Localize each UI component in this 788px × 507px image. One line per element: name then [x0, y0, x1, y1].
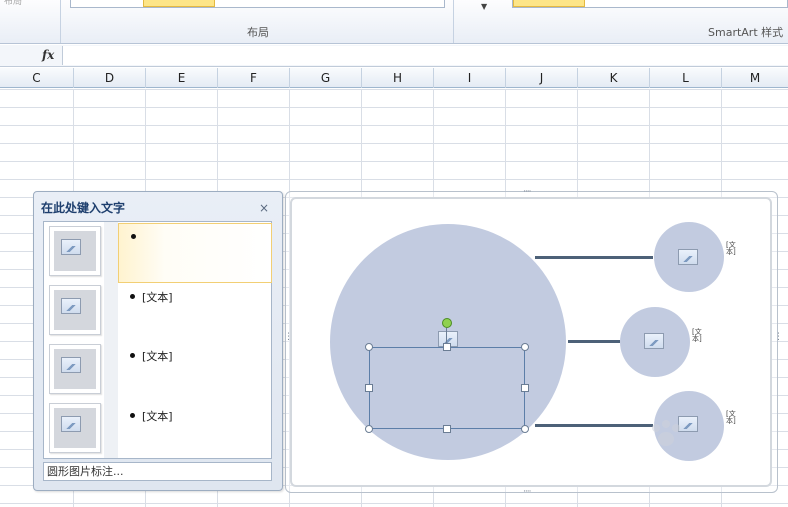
text-pane-title: 在此处键入文字: [41, 201, 126, 215]
column-header-j[interactable]: J: [506, 68, 578, 88]
frame-right-grip[interactable]: ⋮: [774, 333, 783, 342]
close-icon[interactable]: ×: [258, 202, 270, 214]
picture-placeholder-icon[interactable]: [678, 249, 698, 265]
resize-handle-t[interactable]: [443, 343, 451, 351]
resize-handle-bl[interactable]: [365, 425, 373, 433]
column-header-d[interactable]: D: [74, 68, 146, 88]
column-header-i[interactable]: I: [434, 68, 506, 88]
text-pane-item-text[interactable]: [文本]: [142, 348, 173, 364]
watermark-logo: [648, 420, 708, 460]
connector-line-2: [568, 340, 620, 343]
shape-label-2[interactable]: [文本]: [692, 329, 702, 343]
formula-bar: fx: [0, 45, 788, 67]
text-pane-item-2[interactable]: [文本]: [118, 286, 272, 346]
text-pane-body: [文本] [文本] [文本]: [43, 221, 272, 459]
selected-text-shape[interactable]: [369, 347, 525, 429]
smartart-text-pane: 在此处键入文字 × [文本] [文本] [文本] 圆形图片标注...: [33, 191, 283, 491]
layout-gallery[interactable]: [70, 0, 445, 8]
ribbon-cut-label: 布局: [4, 0, 23, 7]
text-pane-item-3[interactable]: [文本]: [118, 345, 272, 405]
picture-placeholder-icon: [61, 416, 81, 432]
rotate-handle[interactable]: [442, 318, 452, 328]
column-header-f[interactable]: F: [218, 68, 290, 88]
connector-line-1: [535, 256, 653, 259]
column-header-e[interactable]: E: [146, 68, 218, 88]
ribbon-group-label-layout: 布局: [247, 26, 269, 39]
frame-top-grip[interactable]: ····: [523, 188, 532, 197]
picture-thumbnail-3[interactable]: [49, 344, 101, 394]
frame-left-grip[interactable]: ⋮: [284, 333, 293, 342]
column-header-g[interactable]: G: [290, 68, 362, 88]
text-pane-item-1[interactable]: [118, 223, 272, 283]
column-header-row: C D E F G H I J K L M: [0, 68, 788, 88]
column-header-h[interactable]: H: [362, 68, 434, 88]
picture-thumbnail-4[interactable]: [49, 403, 101, 453]
resize-handle-b[interactable]: [443, 425, 451, 433]
formula-input[interactable]: [62, 46, 788, 65]
picture-placeholder-icon[interactable]: [644, 333, 664, 349]
bullet-icon: [131, 234, 136, 239]
bullet-icon: [130, 413, 135, 418]
column-header-m[interactable]: M: [722, 68, 788, 88]
bullet-icon: [130, 294, 135, 299]
picture-placeholder-icon: [61, 298, 81, 314]
resize-handle-tr[interactable]: [521, 343, 529, 351]
frame-bottom-grip[interactable]: ····: [523, 488, 532, 497]
picture-placeholder-icon: [61, 239, 81, 255]
smartart-style-gallery[interactable]: [512, 0, 788, 8]
ribbon: 布局 布局 ▼ SmartArt 样式: [0, 0, 788, 44]
resize-handle-r[interactable]: [521, 384, 529, 392]
shape-label-3[interactable]: [文本]: [726, 411, 736, 425]
shape-label-1[interactable]: [文本]: [726, 242, 736, 256]
picture-placeholder-icon: [61, 357, 81, 373]
text-pane-item-text[interactable]: [文本]: [142, 408, 173, 424]
column-header-l[interactable]: L: [650, 68, 722, 88]
layout-description-link[interactable]: 圆形图片标注...: [43, 462, 272, 481]
text-pane-item-text[interactable]: [文本]: [142, 289, 173, 305]
text-pane-item-4[interactable]: [文本]: [118, 405, 272, 465]
connector-line-3: [535, 424, 653, 427]
resize-handle-br[interactable]: [521, 425, 529, 433]
column-header-c[interactable]: C: [0, 68, 74, 88]
picture-thumbnail-2[interactable]: [49, 285, 101, 335]
ribbon-group-label-smartart-styles: SmartArt 样式: [708, 26, 784, 39]
insert-function-icon[interactable]: fx: [42, 48, 54, 62]
picture-thumbnail-1[interactable]: [49, 226, 101, 276]
bullet-icon: [130, 353, 135, 358]
resize-handle-l[interactable]: [365, 384, 373, 392]
resize-handle-tl[interactable]: [365, 343, 373, 351]
column-header-k[interactable]: K: [578, 68, 650, 88]
gallery-more-icon[interactable]: ▼: [481, 2, 487, 11]
